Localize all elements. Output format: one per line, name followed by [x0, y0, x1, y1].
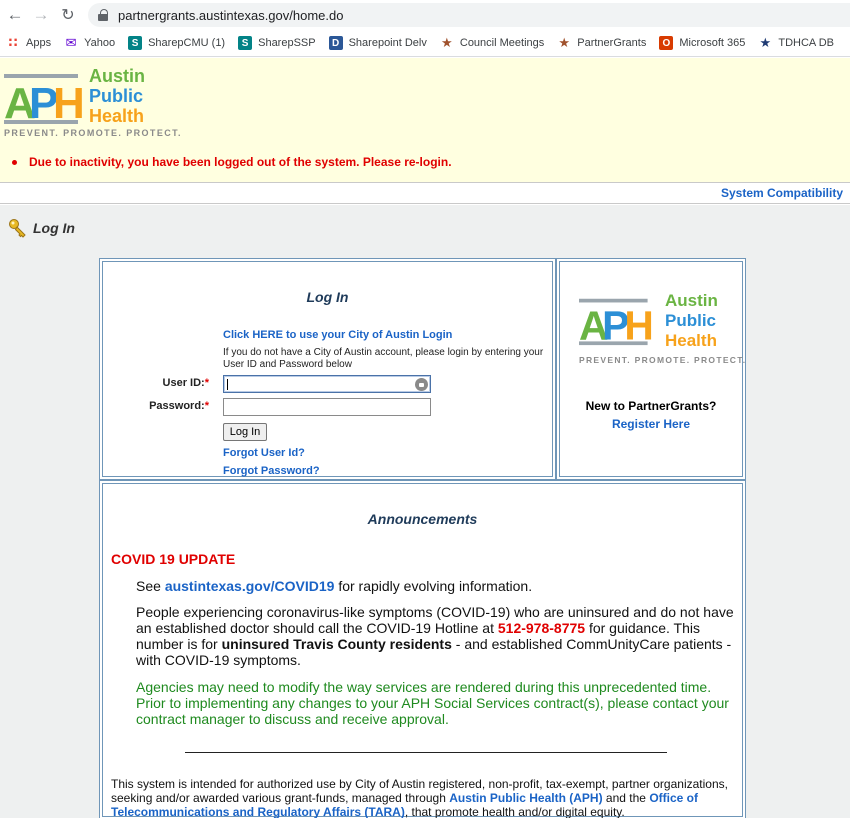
login-panel-inner: Log In Click HERE to use your City of Au…: [102, 261, 553, 477]
user-id-input[interactable]: [223, 375, 431, 393]
text: and the: [605, 791, 646, 805]
divider: [185, 752, 667, 753]
login-panel: Log In Click HERE to use your City of Au…: [99, 258, 556, 480]
bookmark-item[interactable]: S SharepCMU (1): [128, 36, 225, 50]
required-mark: *: [204, 400, 209, 412]
bookmark-label: TDHCA DB: [778, 37, 834, 49]
bookmarks-bar: ∷ Apps ✉ Yahoo S SharepCMU (1) S SharepSSP D Shar…: [0, 30, 850, 57]
key-icon: [9, 219, 26, 238]
announcements-panel: Announcements COVID 19 UPDATE See austin…: [99, 480, 746, 818]
url-text: partnergrants.austintexas.gov/home.do: [118, 7, 344, 23]
announcement-paragraph: Agencies may need to modify the way serv…: [136, 679, 729, 727]
browser-toolbar: ← → ↻ partnergrants.austintexas.gov/home…: [0, 0, 850, 30]
bookmark-item[interactable]: ★ TDHCA DB: [758, 35, 834, 50]
password-input[interactable]: [223, 398, 431, 416]
lock-icon: [98, 9, 108, 21]
text: See: [136, 578, 161, 594]
star-badge-icon: ★: [759, 35, 772, 50]
sharepoint-icon: S: [128, 36, 143, 50]
bookmark-label: PartnerGrants: [577, 37, 647, 49]
aph-logo-icon: A P H: [579, 298, 654, 349]
inactivity-alert: Due to inactivity, you have been logged …: [12, 155, 452, 169]
hotline-phone: 512-978-8775: [497, 620, 586, 636]
user-id-label: User ID:*: [109, 377, 209, 389]
compatibility-bar: System Compatibility: [0, 184, 850, 204]
bookmark-item[interactable]: ★ Council Meetings: [440, 35, 545, 50]
bookmark-item[interactable]: O Microsoft 365: [659, 36, 745, 50]
user-id-label-text: User ID:: [162, 377, 205, 389]
page-title: Log In: [33, 220, 75, 236]
register-panel: A P H Austin Public Health PREVENT. PROM…: [556, 258, 746, 480]
forgot-password-link[interactable]: Forgot Password?: [223, 465, 320, 477]
covid-update-title: COVID 19 UPDATE: [111, 551, 236, 567]
announcements-panel-inner: Announcements COVID 19 UPDATE See austin…: [102, 483, 743, 818]
inactivity-alert-text: Due to inactivity, you have been logged …: [29, 155, 452, 169]
password-label: Password:*: [109, 400, 209, 412]
reload-icon[interactable]: ↻: [55, 2, 81, 28]
logo-name-line: Public: [89, 86, 144, 106]
aph-logo-icon: A P H: [4, 74, 85, 128]
announcement-paragraph: See austintexas.gov/COVID19 for rapidly …: [136, 578, 742, 594]
office-icon: O: [659, 36, 674, 50]
bookmark-label: Sharepoint Delv: [348, 37, 427, 49]
bookmark-item[interactable]: S SharepSSP: [238, 36, 316, 50]
forgot-user-id-link[interactable]: Forgot User Id?: [223, 447, 305, 459]
system-usage-notice: This system is intended for authorized u…: [111, 777, 743, 818]
aph-logo: A P H Austin Public Health PREVENT. PROM…: [579, 291, 745, 366]
sharepoint-icon: S: [238, 36, 253, 50]
system-compatibility-link[interactable]: System Compatibility: [721, 186, 843, 200]
bookmark-item[interactable]: ✉ Yahoo: [64, 35, 116, 50]
city-login-note: If you do not have a City of Austin acco…: [223, 347, 544, 370]
aph-logo[interactable]: A P H Austin Public Health PREVENT. PROM…: [4, 66, 181, 140]
logo-name-line: Austin: [89, 66, 145, 86]
logo-name-line: Public: [665, 311, 717, 330]
login-heading: Log In: [306, 289, 349, 305]
apps-grid-icon: ∷: [8, 35, 18, 50]
forward-arrow-icon[interactable]: →: [28, 2, 54, 28]
svg-text:H: H: [53, 79, 85, 128]
bullet-icon: [12, 159, 17, 165]
covid19-info-link[interactable]: austintexas.gov/COVID19: [165, 578, 335, 594]
star-seal-icon: ★: [558, 35, 571, 50]
bookmark-item[interactable]: D Sharepoint Delv: [328, 36, 427, 50]
announcements-heading: Announcements: [367, 511, 478, 527]
bookmark-label: SharepSSP: [258, 37, 316, 49]
bookmark-label: SharepCMU (1): [148, 37, 226, 49]
new-user-text: New to PartnerGrants?: [585, 399, 717, 413]
bookmark-label: Yahoo: [84, 37, 116, 49]
bookmark-label: Microsoft 365: [679, 37, 746, 49]
text-caret: [227, 379, 228, 390]
emphasis-text: uninsured Travis County residents: [221, 636, 452, 652]
delve-icon: D: [328, 36, 343, 50]
login-button[interactable]: Log In: [223, 423, 267, 441]
bookmark-label: Apps: [26, 37, 52, 49]
yahoo-mail-icon: ✉: [65, 35, 77, 50]
logo-name: Austin Public Health: [89, 66, 145, 126]
password-manager-icon[interactable]: [415, 378, 428, 391]
city-login-link[interactable]: Click HERE to use your City of Austin Lo…: [223, 329, 452, 341]
announcement-paragraph: People experiencing coronavirus-like sym…: [136, 604, 742, 668]
address-bar[interactable]: partnergrants.austintexas.gov/home.do: [88, 3, 850, 27]
bookmark-label: Council Meetings: [459, 37, 545, 49]
logo-name-line: Austin: [665, 291, 718, 310]
text: for rapidly evolving information.: [338, 578, 533, 594]
back-arrow-icon[interactable]: ←: [2, 2, 28, 28]
bookmark-item[interactable]: ★ PartnerGrants: [557, 35, 647, 50]
logo-name: Austin Public Health: [665, 291, 718, 351]
register-panel-inner: A P H Austin Public Health PREVENT. PROM…: [559, 261, 745, 477]
logo-name-line: Health: [665, 331, 717, 350]
page-title-row: Log In: [8, 218, 75, 238]
logo-tagline: PREVENT. PROMOTE. PROTECT.: [579, 355, 747, 365]
register-here-link[interactable]: Register Here: [560, 417, 742, 431]
aph-link[interactable]: Austin Public Health (APH): [449, 791, 602, 805]
svg-text:H: H: [624, 303, 653, 349]
logo-tagline: PREVENT. PROMOTE. PROTECT.: [4, 128, 182, 138]
text: , that promote health and/or digital equ…: [404, 805, 625, 818]
required-mark: *: [204, 377, 209, 389]
star-seal-icon: ★: [441, 35, 453, 50]
password-label-text: Password:: [149, 400, 205, 412]
logo-name-line: Health: [89, 106, 145, 126]
site-header: A P H Austin Public Health PREVENT. PROM…: [0, 58, 850, 183]
bookmark-item[interactable]: ∷ Apps: [6, 35, 52, 50]
